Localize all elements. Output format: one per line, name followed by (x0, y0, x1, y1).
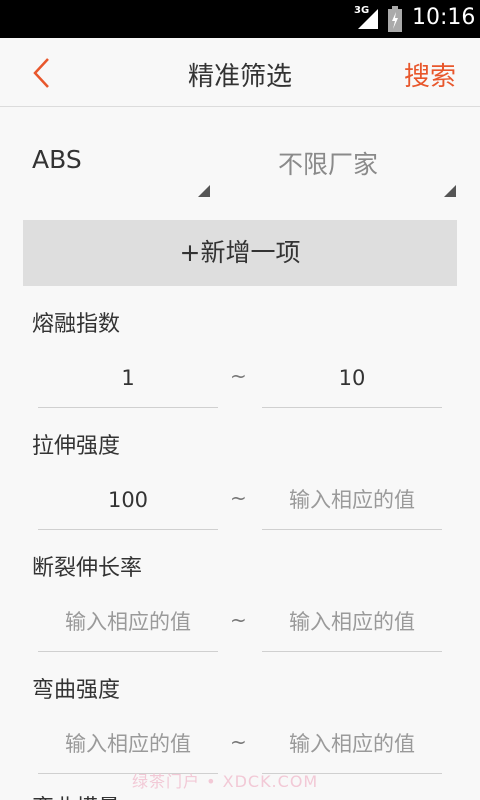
max-value-input[interactable] (262, 348, 442, 408)
range-separator: ~ (230, 730, 247, 754)
range-separator: ~ (230, 486, 247, 510)
min-value-input[interactable] (38, 714, 218, 774)
material-value: ABS (32, 145, 82, 174)
section-label: 熔融指数 (32, 312, 121, 337)
status-bar: 3G 10:16 (0, 0, 480, 38)
add-item-button[interactable]: +新增一项 (23, 220, 457, 286)
material-dropdown[interactable]: ABS (32, 145, 212, 205)
watermark: 绿茶门户 • XDCK.COM (132, 772, 319, 791)
max-value-input[interactable] (262, 592, 442, 652)
app-bar: 精准筛选 搜索 (0, 38, 480, 107)
search-button[interactable]: 搜索 (404, 56, 456, 93)
min-value-input[interactable] (38, 470, 218, 530)
manufacturer-dropdown[interactable]: 不限厂家 (278, 145, 458, 205)
signal-icon (358, 9, 378, 29)
section-label: 弯曲模量 (32, 790, 120, 800)
battery-icon (388, 6, 402, 32)
clock: 10:16 (412, 5, 476, 30)
range-separator: ~ (230, 608, 247, 632)
min-value-input[interactable] (38, 348, 218, 408)
dropdown-triangle-icon (444, 185, 456, 197)
section-label: 断裂伸长率 (32, 556, 143, 581)
manufacturer-value: 不限厂家 (278, 150, 379, 179)
dropdown-triangle-icon (198, 185, 210, 197)
max-value-input[interactable] (262, 714, 442, 774)
min-value-input[interactable] (38, 592, 218, 652)
section-label: 拉伸强度 (32, 434, 121, 459)
section-label: 弯曲强度 (32, 678, 121, 703)
range-separator: ~ (230, 364, 247, 388)
max-value-input[interactable] (262, 470, 442, 530)
filter-selectors: ABS 不限厂家 (0, 107, 480, 217)
